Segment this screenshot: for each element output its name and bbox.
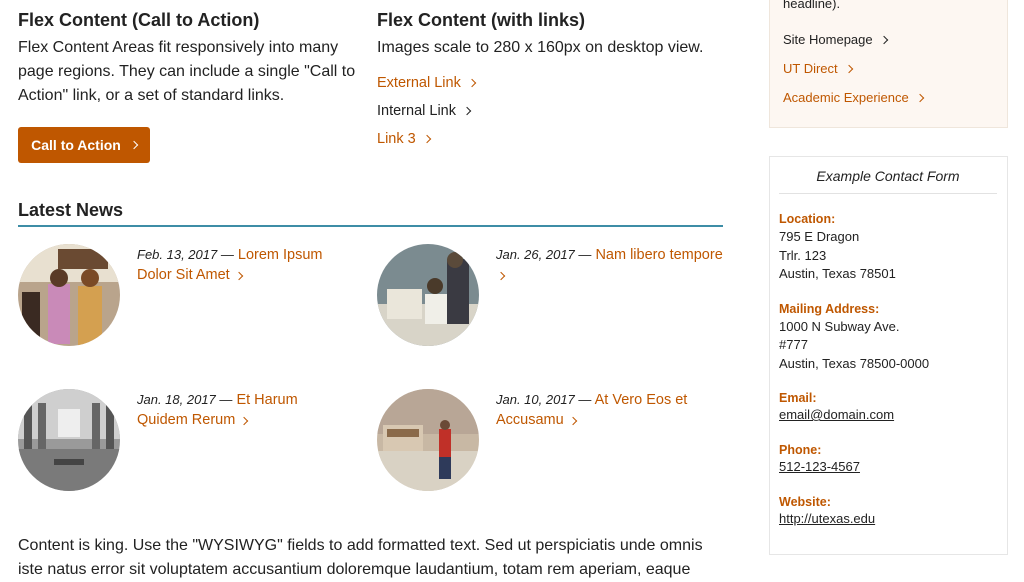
email-label: Email: — [779, 391, 817, 405]
website-link[interactable]: http://utexas.edu — [779, 511, 875, 526]
phone-label: Phone: — [779, 443, 822, 457]
ut-direct-label: UT Direct — [783, 61, 838, 76]
location-label: Location: — [779, 212, 836, 226]
chevron-right-icon — [240, 416, 249, 426]
location-line-3: Austin, Texas 78501 — [779, 266, 896, 281]
ut-direct-link[interactable]: UT Direct — [783, 61, 853, 76]
news-item-4: Jan. 10, 2017 — At Vero Eos et Accusamu — [496, 390, 711, 430]
flex-cta-heading: Flex Content (Call to Action) — [18, 10, 260, 30]
news-thumbnail-1[interactable] — [18, 244, 120, 346]
news-item-3: Jan. 18, 2017 — Et Harum Quidem Rerum — [137, 390, 352, 430]
news-date: Feb. 13, 2017 — — [137, 247, 234, 262]
news-item-1: Feb. 13, 2017 — Lorem Ipsum Dolor Sit Am… — [137, 245, 352, 285]
mailing-line-3: Austin, Texas 78500-0000 — [779, 356, 930, 371]
news-thumbnail-4[interactable] — [377, 389, 479, 491]
chevron-right-icon — [129, 140, 139, 150]
news-thumbnail-2[interactable] — [377, 244, 479, 346]
chevron-right-icon — [568, 416, 577, 426]
chevron-right-icon — [879, 35, 888, 44]
latest-news-heading: Latest News — [18, 200, 124, 220]
flex-cta-body: Flex Content Areas fit responsively into… — [18, 39, 356, 104]
external-link-label: External Link — [377, 75, 461, 91]
content-paragraph: Content is king. Use the "WYSIWYG" field… — [18, 537, 703, 578]
chevron-right-icon — [915, 93, 924, 102]
internal-link[interactable]: Internal Link — [377, 103, 472, 119]
location-line-1: 795 E Dragon — [779, 229, 860, 244]
flex-links-body: Images scale to 280 x 160px on desktop v… — [377, 39, 704, 56]
chevron-right-icon — [234, 271, 243, 281]
news-divider — [18, 225, 723, 227]
news-thumbnail-3[interactable] — [18, 389, 120, 491]
internal-link-label: Internal Link — [377, 103, 456, 119]
mailing-label: Mailing Address: — [779, 302, 880, 316]
location-line-2: Trlr. 123 — [779, 248, 827, 263]
sidebar-cut-text: headline). — [783, 0, 841, 11]
chevron-right-icon — [422, 134, 431, 144]
chevron-right-icon — [496, 271, 506, 281]
news-date: Jan. 18, 2017 — — [137, 392, 233, 407]
phone-link[interactable]: 512-123-4567 — [779, 459, 860, 474]
call-to-action-button[interactable]: Call to Action — [18, 127, 150, 163]
news-item-2: Jan. 26, 2017 — Nam libero tempore — [496, 245, 731, 285]
mailing-line-1: 1000 N Subway Ave. — [779, 319, 900, 334]
contact-divider — [779, 193, 997, 194]
news-date: Jan. 10, 2017 — — [496, 392, 592, 407]
link-3-label: Link 3 — [377, 131, 416, 147]
academic-experience-link[interactable]: Academic Experience — [783, 90, 924, 105]
email-link[interactable]: email@domain.com — [779, 407, 894, 422]
chevron-right-icon — [462, 106, 472, 116]
chevron-right-icon — [844, 64, 853, 73]
site-homepage-link[interactable]: Site Homepage — [783, 32, 888, 47]
flex-links-heading: Flex Content (with links) — [377, 10, 586, 30]
chevron-right-icon — [467, 78, 477, 88]
external-link[interactable]: External Link — [377, 75, 477, 91]
link-3[interactable]: Link 3 — [377, 131, 431, 147]
mailing-line-2: #777 — [779, 337, 808, 352]
contact-title: Example Contact Form — [816, 168, 960, 184]
news-date: Jan. 26, 2017 — — [496, 247, 592, 262]
call-to-action-label: Call to Action — [31, 137, 121, 153]
website-label: Website: — [779, 495, 831, 509]
academic-experience-label: Academic Experience — [783, 90, 909, 105]
site-homepage-label: Site Homepage — [783, 32, 873, 47]
